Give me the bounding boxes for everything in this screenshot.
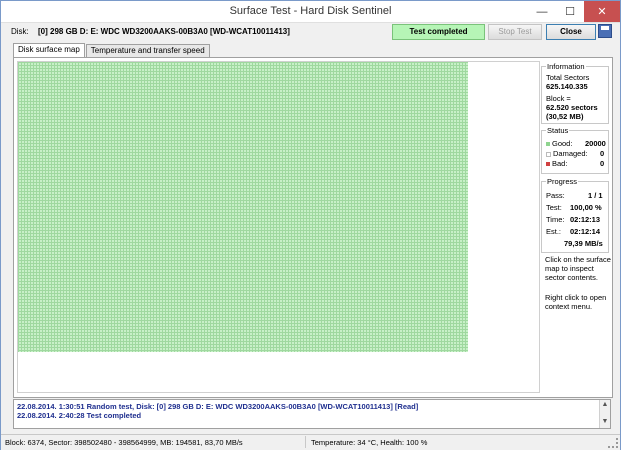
help-text-context: Right click to open context menu.	[545, 293, 607, 311]
pass-value: 1 / 1	[588, 191, 603, 200]
event-log[interactable]: 22.08.2014. 1:30:51 Random test, Disk: […	[13, 399, 611, 429]
log-entry: 22.08.2014. 2:40:28 Test completed	[17, 411, 142, 420]
minimize-button[interactable]: —	[528, 1, 556, 22]
damaged-value: 0	[600, 149, 605, 158]
time-label: Time:	[546, 215, 565, 224]
status-separator	[305, 436, 306, 448]
bad-swatch-icon	[546, 162, 550, 167]
log-scrollbar[interactable]: ▲ ▼	[599, 400, 610, 428]
good-value: 20000	[585, 139, 606, 148]
progress-title: Progress	[546, 177, 579, 186]
damaged-swatch-icon	[546, 151, 551, 157]
pass-label: Pass:	[546, 191, 565, 200]
save-icon[interactable]	[598, 24, 612, 38]
surface-map-grid[interactable]	[18, 62, 468, 352]
stop-test-button[interactable]: Stop Test	[488, 24, 542, 40]
status-title: Status	[546, 126, 570, 135]
tab-temperature-transfer[interactable]: Temperature and transfer speed	[85, 44, 210, 57]
surface-test-window: Surface Test - Hard Disk Sentinel — ☐ ✕ …	[0, 0, 621, 450]
est-label: Est.:	[546, 227, 562, 236]
total-sectors-label: Total Sectors	[546, 73, 590, 82]
window-close-button[interactable]: ✕	[584, 1, 620, 22]
good-label: Good:	[552, 139, 573, 148]
time-value: 02:12:13	[570, 215, 601, 224]
tab-bar: Disk surface map Temperature and transfe…	[13, 43, 211, 58]
test-label: Test:	[546, 203, 562, 212]
surface-map-area[interactable]	[17, 61, 540, 393]
block-label: Block =	[546, 94, 571, 103]
window-controls: — ☐ ✕	[528, 1, 620, 22]
block-sector-readout: Block: 6374, Sector: 398502480 - 3985649…	[5, 438, 243, 447]
disk-value: [0] 298 GB D: E: WDC WD3200AAKS-00B3A0 […	[38, 27, 290, 36]
test-status-badge: Test completed	[392, 24, 485, 40]
est-value: 02:12:14	[570, 227, 601, 236]
information-group: Information Total Sectors 625.140.335 Bl…	[541, 62, 609, 124]
progress-group: Progress Pass: 1 / 1 Test: 100,00 % Time…	[541, 177, 609, 253]
log-entry: 22.08.2014. 1:30:51 Random test, Disk: […	[17, 402, 419, 411]
bad-row: Bad:	[546, 159, 567, 168]
bad-value: 0	[600, 159, 605, 168]
damaged-label: Damaged:	[553, 149, 588, 158]
scroll-down-icon[interactable]: ▼	[601, 418, 609, 426]
tab-disk-surface-map[interactable]: Disk surface map	[13, 43, 85, 57]
speed-value: 79,39 MB/s	[564, 239, 603, 248]
resize-grip-icon[interactable]	[608, 438, 618, 448]
scroll-up-icon[interactable]: ▲	[601, 401, 609, 409]
block-mb: (30,52 MB)	[546, 112, 584, 121]
surface-panel: Information Total Sectors 625.140.335 Bl…	[13, 57, 613, 398]
damaged-row: Damaged:	[546, 149, 588, 158]
block-sectors: 62.520 sectors	[546, 103, 598, 112]
disk-label: Disk:	[11, 27, 29, 36]
information-title: Information	[546, 62, 586, 71]
help-text-inspect: Click on the surface map to inspect sect…	[545, 255, 611, 282]
close-button[interactable]: Close	[546, 24, 596, 40]
good-swatch-icon	[546, 142, 550, 147]
maximize-button[interactable]: ☐	[556, 1, 584, 22]
bad-label: Bad:	[552, 159, 568, 168]
status-group: Status Good: 20000 Damaged: 0 Bad: 0	[541, 126, 609, 174]
title-bar[interactable]: Surface Test - Hard Disk Sentinel — ☐ ✕	[1, 1, 620, 23]
good-row: Good:	[546, 139, 572, 148]
total-sectors-value: 625.140.335	[546, 82, 588, 91]
temperature-health-readout: Temperature: 34 °C, Health: 100 %	[311, 438, 428, 447]
status-bar: Block: 6374, Sector: 398502480 - 3985649…	[1, 434, 620, 450]
test-value: 100,00 %	[570, 203, 602, 212]
